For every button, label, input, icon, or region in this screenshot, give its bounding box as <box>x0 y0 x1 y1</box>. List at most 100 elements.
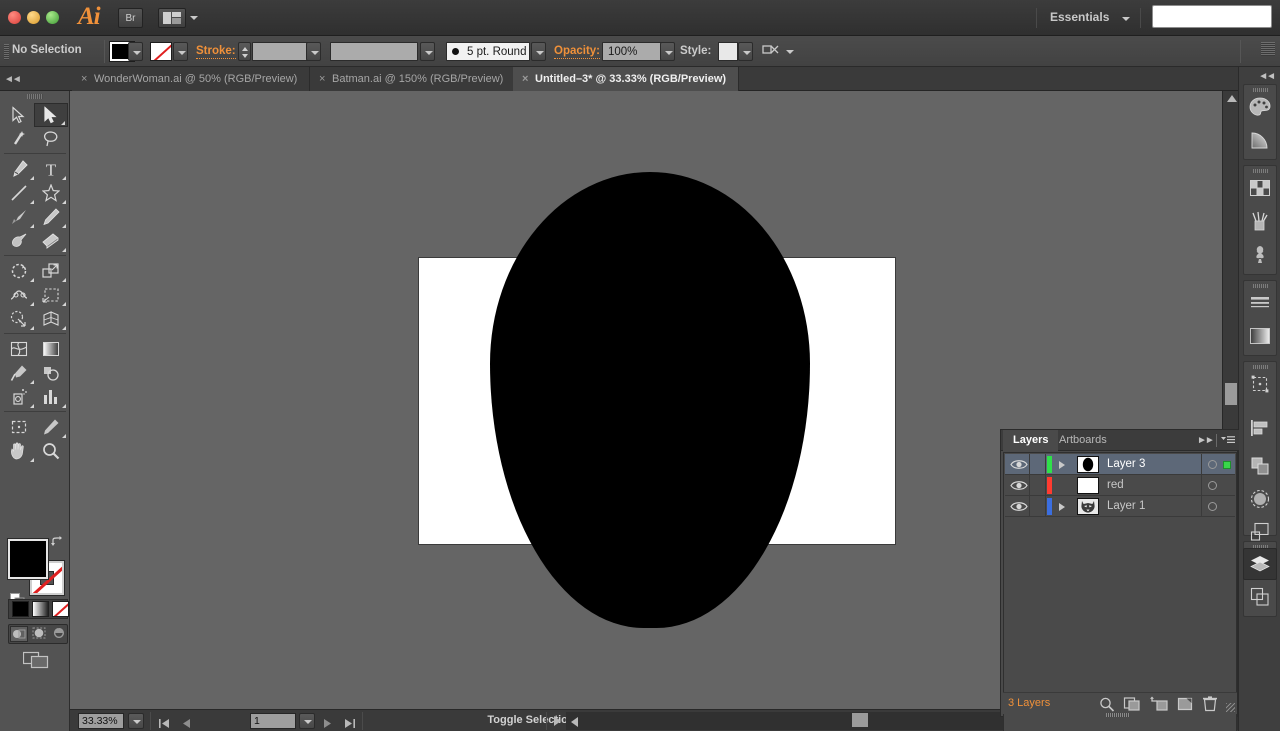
visibility-eye-icon[interactable] <box>1010 500 1028 513</box>
artboard-number-chevron-down-icon[interactable] <box>299 713 315 729</box>
tool-eyedropper[interactable] <box>2 361 36 385</box>
opacity-field[interactable]: 100% <box>602 42 662 61</box>
first-artboard-button[interactable] <box>158 716 170 728</box>
opacity-label[interactable]: Opacity: <box>554 45 601 59</box>
layer-name-label[interactable]: red <box>1107 479 1124 491</box>
graphic-style-swatch[interactable] <box>718 42 738 61</box>
fill-color-indicator[interactable] <box>7 538 49 580</box>
previous-artboard-button[interactable] <box>180 716 192 728</box>
stroke-profile-field[interactable] <box>330 42 418 61</box>
tools-panel-grip[interactable] <box>27 94 43 99</box>
status-scroll-thumb[interactable] <box>852 713 868 727</box>
color-guide-panel-icon[interactable] <box>1243 124 1277 156</box>
document-tab-untitled-3[interactable]: × Untitled–3* @ 33.33% (RGB/Preview) <box>513 67 740 91</box>
tool-pencil[interactable] <box>34 205 68 229</box>
symbols-panel-icon[interactable] <box>1243 238 1277 270</box>
color-mode-color-button[interactable] <box>12 601 29 617</box>
stroke-profile-chevron-down-icon[interactable] <box>420 42 435 61</box>
brush-definition-chevron-down-icon[interactable] <box>531 42 546 61</box>
tool-perspective-grid[interactable] <box>34 307 68 331</box>
brushes-panel-icon[interactable] <box>1243 205 1277 237</box>
pathfinder-panel-icon[interactable] <box>1243 450 1277 482</box>
close-tab-icon[interactable]: × <box>319 67 325 91</box>
stroke-weight-stepper[interactable] <box>238 42 251 61</box>
scroll-up-arrow-icon[interactable] <box>1227 95 1237 102</box>
stroke-panel-icon[interactable] <box>1243 287 1277 319</box>
layer-name-label[interactable]: Layer 1 <box>1107 500 1145 512</box>
fill-color-chevron-down-icon[interactable] <box>128 42 143 61</box>
tool-symbol-sprayer[interactable] <box>2 385 36 409</box>
close-tab-icon[interactable]: × <box>81 67 87 91</box>
tool-lasso[interactable] <box>34 127 68 151</box>
transform-panel-icon[interactable] <box>1243 368 1277 400</box>
expand-layer-triangle-icon[interactable] <box>1059 503 1065 511</box>
stroke-color-chevron-down-icon[interactable] <box>173 42 188 61</box>
expand-layer-triangle-icon[interactable] <box>1059 461 1065 469</box>
layers-panel-collapse-icon[interactable]: ►► <box>1197 435 1215 446</box>
isolate-selected-object-icon[interactable] <box>762 44 780 59</box>
arrange-documents-button[interactable] <box>158 8 186 28</box>
tool-shape-builder[interactable] <box>2 307 36 331</box>
status-scroll-left-icon[interactable] <box>571 717 578 727</box>
tool-zoom[interactable] <box>34 439 68 463</box>
stroke-color-swatch[interactable] <box>150 42 172 61</box>
stroke-weight-chevron-down-icon[interactable] <box>306 42 321 61</box>
swatches-panel-icon[interactable] <box>1243 172 1277 204</box>
create-new-layer-icon[interactable] <box>1176 696 1194 712</box>
document-tab-wonderwoman[interactable]: × WonderWoman.ai @ 50% (RGB/Preview) <box>72 67 311 91</box>
panel-bottom-grip[interactable] <box>1106 713 1130 717</box>
transparency-panel-icon[interactable] <box>1243 483 1277 515</box>
maximize-window-button[interactable] <box>46 11 59 24</box>
color-mode-gradient-button[interactable] <box>32 601 49 617</box>
isolate-chevron-down-icon[interactable] <box>786 50 794 54</box>
color-mode-none-button[interactable] <box>52 601 69 617</box>
tool-scale[interactable] <box>34 259 68 283</box>
locate-object-icon[interactable] <box>1098 696 1116 712</box>
tab-bar-collapse-icon[interactable]: ◄◄ <box>4 74 22 85</box>
control-bar-menu-grip[interactable] <box>1261 42 1275 56</box>
draw-inside-button[interactable] <box>51 626 69 642</box>
target-indicator-icon[interactable] <box>1208 502 1217 511</box>
swap-fill-stroke-icon[interactable] <box>50 535 64 549</box>
change-screen-mode-button[interactable] <box>22 650 49 669</box>
workspace-chevron-down-icon[interactable] <box>1122 17 1130 21</box>
draw-normal-button[interactable] <box>10 626 28 642</box>
artboard-number-field[interactable]: 1 <box>250 713 296 729</box>
tool-type[interactable]: T <box>34 157 68 181</box>
tool-mesh[interactable] <box>2 337 36 361</box>
layers-list[interactable]: Layer 3 red Layer 1 <box>1003 452 1237 731</box>
tool-direct-selection[interactable] <box>34 103 68 127</box>
tab-artboards[interactable]: Artboards <box>1049 430 1117 451</box>
tool-pen[interactable] <box>2 157 36 181</box>
tool-paintbrush[interactable] <box>2 205 36 229</box>
minimize-window-button[interactable] <box>27 11 40 24</box>
delete-selection-icon[interactable] <box>1202 696 1220 712</box>
layer-row-layer-1[interactable]: Layer 1 <box>1005 496 1235 517</box>
color-panel-icon[interactable] <box>1243 91 1277 123</box>
workspace-switcher-label[interactable]: Essentials <box>1050 10 1109 24</box>
status-popup-arrow-icon[interactable] <box>554 716 561 726</box>
zoom-level-chevron-down-icon[interactable] <box>128 713 144 729</box>
tool-line-segment[interactable] <box>2 181 36 205</box>
stroke-weight-field[interactable] <box>252 42 310 61</box>
visibility-eye-icon[interactable] <box>1010 458 1028 471</box>
vertical-scrollbar-thumb[interactable] <box>1225 383 1237 405</box>
arrange-documents-chevron-down-icon[interactable] <box>190 16 198 20</box>
go-to-bridge-button[interactable]: Br <box>118 8 143 28</box>
tool-blend[interactable] <box>34 361 68 385</box>
tool-hand[interactable] <box>2 439 36 463</box>
target-indicator-icon[interactable] <box>1208 481 1217 490</box>
tool-shape[interactable] <box>34 181 68 205</box>
align-panel-icon[interactable] <box>1243 412 1277 444</box>
opacity-chevron-down-icon[interactable] <box>660 42 675 61</box>
close-window-button[interactable] <box>8 11 21 24</box>
tool-eraser[interactable] <box>34 229 68 253</box>
dock-collapse-icon[interactable]: ◄◄ <box>1258 71 1276 82</box>
document-tab-batman[interactable]: × Batman.ai @ 150% (RGB/Preview) <box>310 67 517 91</box>
tool-selection[interactable] <box>2 103 36 127</box>
zoom-level-field[interactable]: 33.33% <box>78 713 124 729</box>
draw-behind-button[interactable] <box>31 626 49 642</box>
tool-blob-brush[interactable] <box>2 229 36 253</box>
panel-resize-handle[interactable] <box>1226 703 1235 712</box>
tool-column-graph[interactable] <box>34 385 68 409</box>
